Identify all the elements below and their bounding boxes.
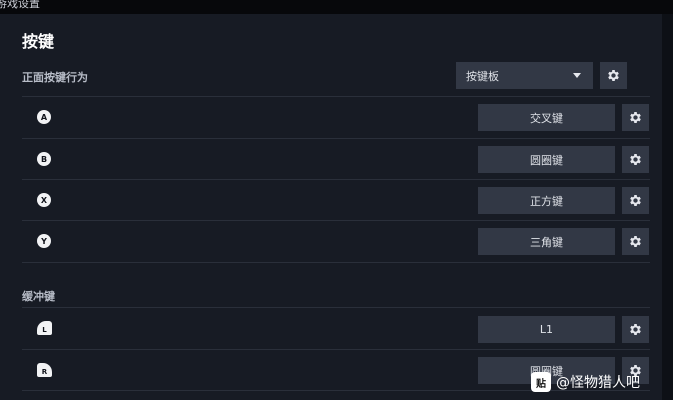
tieba-logo-icon: 贴	[531, 372, 551, 392]
key-row-x: X 正方键	[22, 179, 650, 221]
gear-icon	[630, 236, 641, 247]
y-button-icon: Y	[37, 234, 51, 248]
face-buttons-mode-value: 按键板	[466, 69, 499, 83]
key-row-l: L L1	[22, 307, 650, 349]
right-bumper-letter: R	[41, 368, 48, 376]
watermark: 贴 @怪物猎人吧	[531, 370, 673, 394]
gear-icon	[630, 195, 641, 206]
a-button-icon: A	[37, 110, 51, 124]
key-row-y: Y 三角键	[22, 220, 650, 262]
key-a-binding-button[interactable]: 交叉键	[478, 104, 615, 131]
key-l-binding-button[interactable]: L1	[478, 316, 615, 343]
scrollbar-track[interactable]	[662, 14, 673, 400]
gear-icon	[630, 154, 641, 165]
gear-icon	[630, 112, 641, 123]
window-titlebar: 游戏设置	[0, 0, 673, 14]
key-x-binding-button[interactable]: 正方键	[478, 187, 615, 214]
right-bumper-icon: R	[37, 363, 52, 377]
key-row-a: A 交叉键	[22, 96, 650, 138]
face-buttons-label: 正面按键行为	[22, 71, 88, 84]
group-divider	[22, 262, 650, 263]
key-x-settings-button[interactable]	[622, 187, 649, 214]
left-bumper-icon: L	[37, 321, 52, 335]
key-b-settings-button[interactable]	[622, 146, 649, 173]
face-buttons-mode-select[interactable]: 按键板	[456, 62, 593, 89]
bumpers-label: 缓冲键	[22, 290, 55, 303]
key-b-binding-button[interactable]: 圆圈键	[478, 146, 615, 173]
key-row-b: B 圆圈键	[22, 138, 650, 180]
b-button-icon: B	[37, 152, 51, 166]
key-y-settings-button[interactable]	[622, 228, 649, 255]
face-buttons-mode-settings-button[interactable]	[600, 62, 627, 89]
window-title: 游戏设置	[0, 0, 40, 10]
key-l-settings-button[interactable]	[622, 316, 649, 343]
watermark-text: @怪物猎人吧	[556, 375, 640, 391]
key-y-binding-button[interactable]: 三角键	[478, 228, 615, 255]
gear-icon	[608, 70, 619, 81]
gear-icon	[630, 324, 641, 335]
key-a-settings-button[interactable]	[622, 104, 649, 131]
x-button-icon: X	[37, 193, 51, 207]
chevron-down-icon	[573, 73, 581, 78]
left-bumper-letter: L	[42, 326, 47, 334]
section-title: 按键	[22, 32, 55, 51]
